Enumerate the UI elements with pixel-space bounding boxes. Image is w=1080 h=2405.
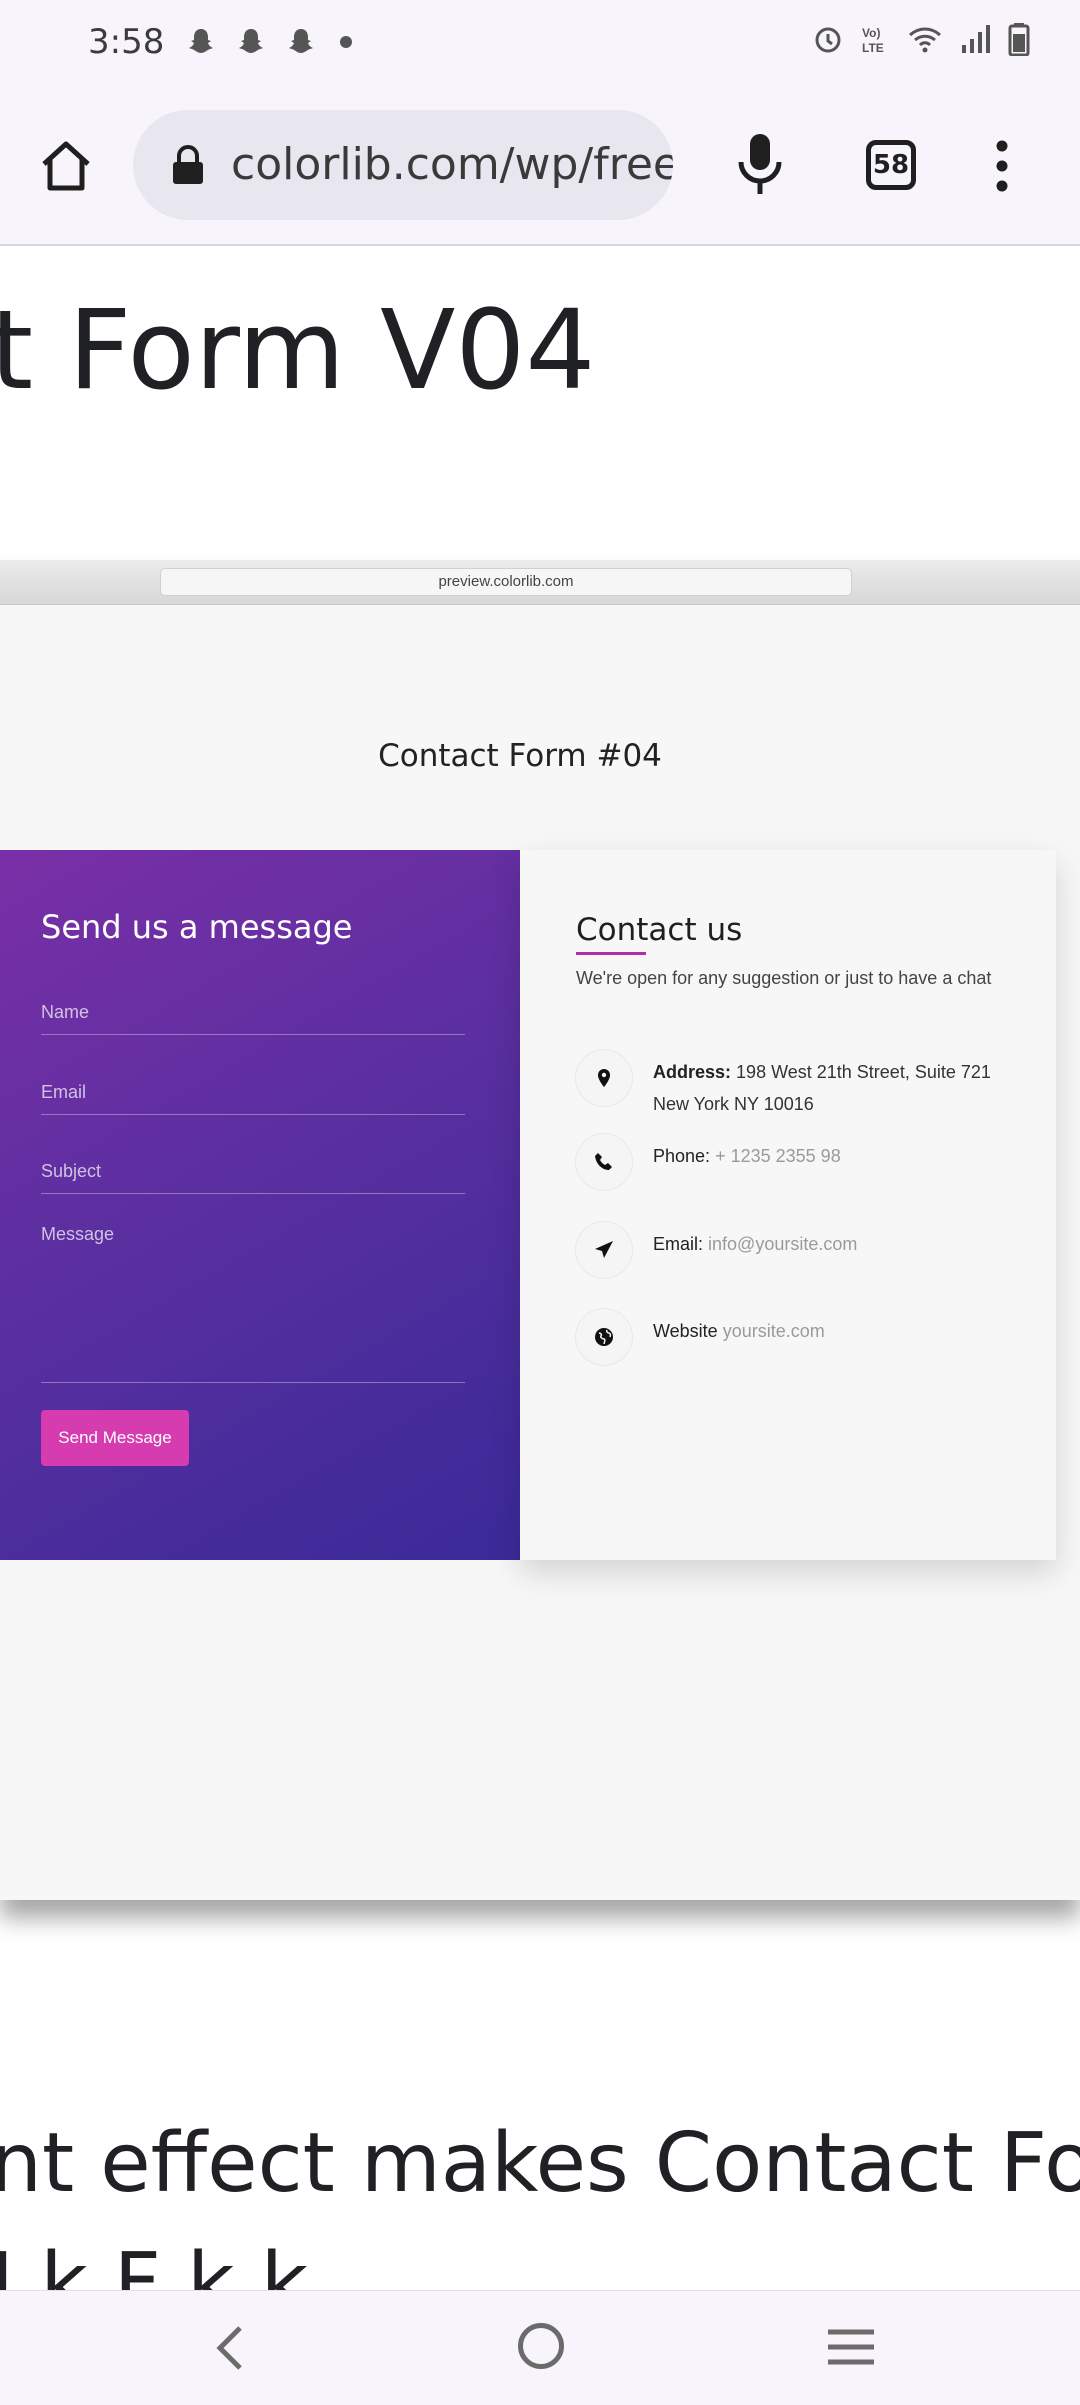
email-placeholder: Email	[41, 1082, 87, 1102]
snapchat-icon	[189, 29, 213, 53]
template-preview-image: preview.colorlib.com Contact Form #04 Se…	[0, 560, 1080, 1900]
website-text: Website yoursite.com	[653, 1315, 1023, 1347]
map-marker-icon	[576, 1050, 632, 1106]
battery-icon	[1008, 23, 1030, 56]
preview-window-bar: preview.colorlib.com	[0, 560, 1080, 605]
back-icon[interactable]	[210, 2323, 250, 2373]
home-circle-icon[interactable]	[518, 2323, 564, 2369]
email-field[interactable]: Email	[41, 1082, 465, 1115]
message-form-card: Send us a message Name Email Subject Mes…	[0, 850, 520, 1560]
address-label: Address:	[653, 1062, 732, 1082]
contact-title: Contact us	[576, 912, 743, 948]
snapchat-icon	[289, 29, 313, 53]
status-time: 3:58	[88, 22, 165, 62]
page-heading: t Form V04	[0, 286, 596, 414]
preview-url-text: preview.colorlib.com	[438, 573, 574, 590]
status-icons: Vo) LTE	[812, 22, 1030, 56]
subject-field[interactable]: Subject	[41, 1161, 465, 1194]
web-page: t Form V04 preview.colorlib.com Contact …	[0, 246, 1080, 2290]
preview-url: preview.colorlib.com	[160, 568, 852, 596]
tab-switcher-button[interactable]: 58	[866, 140, 916, 190]
snapchat-icon	[239, 29, 263, 53]
form-title: Send us a message	[41, 908, 353, 946]
wifi-icon	[909, 27, 941, 53]
status-bar: 3:58 Vo) LTE	[0, 0, 1080, 88]
message-placeholder: Message	[41, 1224, 115, 1244]
system-navigation-bar	[0, 2290, 1080, 2405]
globe-icon	[576, 1309, 632, 1365]
phone-text: Phone: + 1235 2355 98	[653, 1140, 1023, 1172]
alarm-icon	[815, 27, 841, 53]
website-label: Website	[653, 1321, 718, 1341]
contact-info-card: Contact us We're open for any suggestion…	[520, 850, 1056, 1560]
url-text: colorlib.com/wp/free-	[231, 139, 673, 190]
contact-description: We're open for any suggestion or just to…	[576, 968, 992, 988]
email-text: Email: info@yoursite.com	[653, 1228, 1023, 1260]
phone-value[interactable]: + 1235 2355 98	[715, 1146, 841, 1166]
message-field[interactable]: Message	[41, 1224, 465, 1383]
address-bar[interactable]: colorlib.com/wp/free-	[133, 110, 673, 220]
email-label: Email:	[653, 1234, 704, 1254]
svg-text:LTE: LTE	[862, 41, 884, 55]
article-text-cutoff: I k F k k	[0, 2236, 309, 2290]
signal-icon	[962, 25, 990, 53]
volte-icon: Vo)LTE	[862, 26, 884, 55]
browser-toolbar: colorlib.com/wp/free- 58	[0, 88, 1080, 246]
email-value[interactable]: info@yoursite.com	[708, 1234, 857, 1254]
send-message-button[interactable]: Send Message	[41, 1410, 189, 1466]
article-text: nt effect makes Contact Form	[0, 2116, 1080, 2211]
recent-apps-icon[interactable]	[826, 2327, 876, 2367]
title-underline	[576, 952, 646, 955]
paper-plane-icon	[576, 1222, 632, 1278]
website-value[interactable]: yoursite.com	[723, 1321, 825, 1341]
microphone-icon[interactable]	[735, 132, 785, 198]
phone-icon	[576, 1134, 632, 1190]
name-placeholder: Name	[41, 1002, 90, 1022]
preview-title: Contact Form #04	[378, 738, 662, 774]
more-options-icon[interactable]	[990, 140, 1014, 192]
phone-label: Phone:	[653, 1146, 711, 1166]
subject-placeholder: Subject	[41, 1161, 102, 1181]
home-icon[interactable]	[36, 136, 96, 196]
lock-icon	[173, 145, 203, 184]
name-field[interactable]: Name	[41, 1002, 465, 1035]
dot-icon	[340, 36, 352, 48]
svg-text:Vo): Vo)	[862, 26, 880, 40]
address-text: Address: 198 West 21th Street, Suite 721…	[653, 1056, 1023, 1120]
